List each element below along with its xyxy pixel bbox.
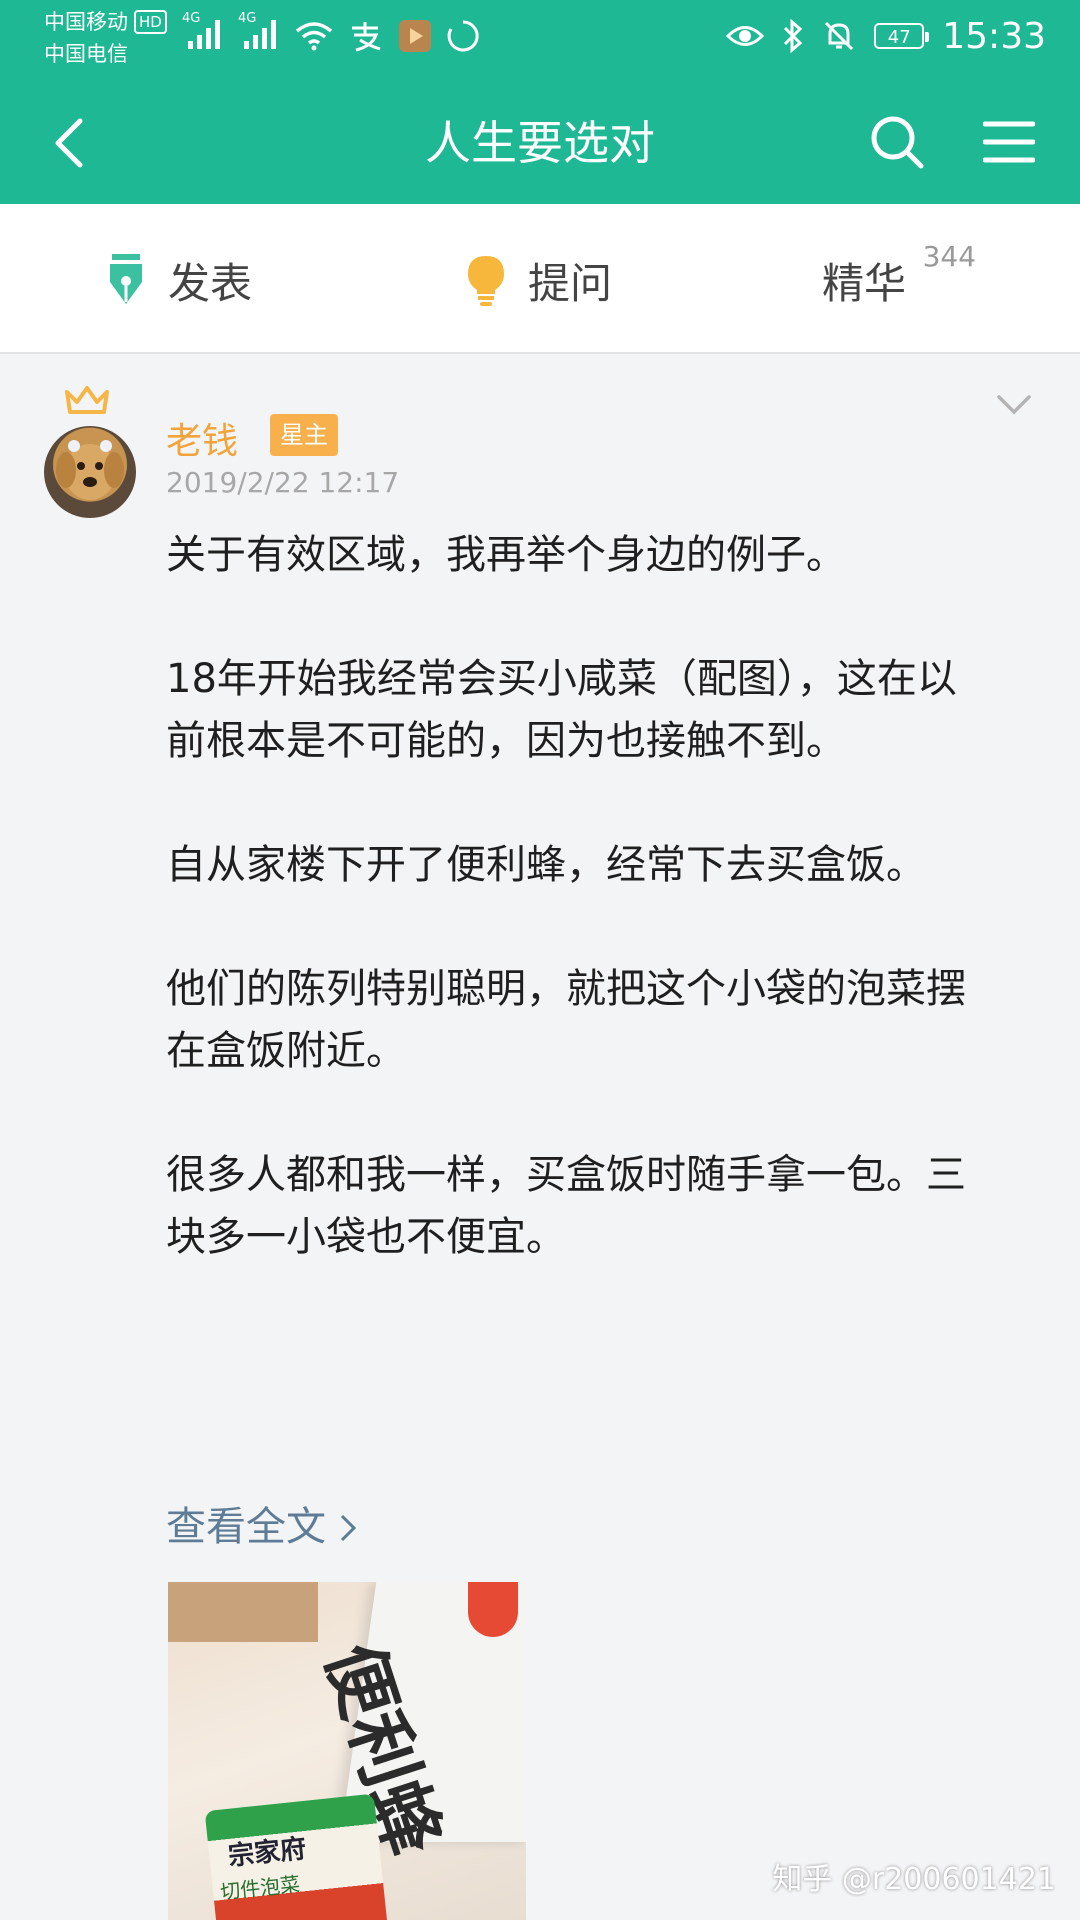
loading-circle-icon [447, 20, 479, 52]
post-paragraph: 18年开始我经常会买小咸菜（配图），这在以前根本是不可能的，因为也接触不到。 [166, 656, 957, 764]
post-image[interactable]: 便利蜂 宗家府 切件泡菜 [168, 1582, 526, 1920]
read-more-label: 查看全文 [166, 1504, 326, 1550]
post-body: 关于有效区域，我再举个身边的例子。 18年开始我经常会买小咸菜（配图），这在以前… [166, 524, 996, 1330]
chevron-down-icon [997, 395, 1031, 415]
alipay-icon [352, 22, 381, 52]
cardboard-box [168, 1582, 318, 1642]
mute-bell-icon [825, 21, 854, 51]
post-timestamp: 2019/2/22 12:17 [166, 466, 400, 499]
video-app-icon [399, 20, 431, 52]
action-tab-bar: 发表 提问 精华 344 [0, 204, 1080, 354]
post-paragraph: 很多人都和我一样，买盒饭时随手拿一包。三块多一小袋也不便宜。 [166, 1152, 966, 1260]
hd-badge: HD [134, 10, 167, 34]
signal-icon: 4G [182, 11, 224, 55]
post-card: 老钱 星主 2019/2/22 12:17 关于有效区域，我再举个身边的例子。 … [0, 354, 1080, 1920]
carrier-2: 中国电信 [44, 42, 128, 66]
menu-button[interactable] [974, 104, 1044, 180]
signal-icon-2: 4G [238, 11, 280, 55]
crown-icon [65, 386, 109, 414]
bag-logo [468, 1582, 518, 1637]
chevron-left-icon [55, 118, 83, 168]
featured-count: 344 [922, 240, 977, 273]
status-icons-left: 4G 4G [182, 11, 480, 58]
dog-avatar-image [56, 440, 124, 500]
tab-featured[interactable]: 精华 344 [822, 240, 976, 312]
tab-ask[interactable]: 提问 [466, 248, 612, 312]
post-paragraph: 他们的陈列特别聪明，就把这个小袋的泡菜摆在盒饭附近。 [166, 966, 966, 1074]
status-icons-right: 47 15:33 [726, 10, 1046, 62]
menu-icon [983, 121, 1035, 163]
tab-ask-label: 提问 [528, 258, 613, 308]
post-paragraph: 自从家楼下开了便利蜂，经常下去买盒饭。 [166, 842, 926, 888]
watermark: 知乎 @r200601421 [772, 1862, 1056, 1897]
tab-publish[interactable]: 发表 [106, 248, 252, 312]
tab-featured-label: 精华 [822, 258, 907, 308]
status-bar: 中国移动 HD 中国电信 4G 4G 47 15:33 [0, 0, 1080, 86]
title-bar: 人生要选对 [0, 86, 1080, 204]
carrier-1: 中国移动 [44, 10, 128, 34]
clock: 15:33 [942, 15, 1046, 57]
pen-nib-icon [110, 254, 142, 304]
search-button[interactable] [862, 104, 932, 180]
post-paragraph: 关于有效区域，我再举个身边的例子。 [166, 532, 846, 578]
author-name[interactable]: 老钱 [166, 412, 238, 464]
post-options-button[interactable] [996, 394, 1032, 420]
author-avatar-group[interactable] [44, 386, 136, 518]
avatar[interactable] [44, 426, 136, 518]
battery-icon: 47 [874, 23, 930, 49]
chevron-right-icon [340, 1514, 356, 1542]
wifi-icon [295, 22, 333, 51]
read-more-link[interactable]: 查看全文 [166, 1494, 357, 1552]
tab-publish-label: 发表 [168, 258, 253, 308]
carrier-info: 中国移动 HD 中国电信 [44, 6, 167, 70]
role-badge: 星主 [270, 414, 338, 456]
lightbulb-icon [468, 256, 504, 306]
eye-comfort-icon [726, 26, 765, 46]
bluetooth-icon [784, 19, 803, 53]
search-icon [871, 116, 924, 169]
back-button[interactable] [36, 108, 100, 178]
